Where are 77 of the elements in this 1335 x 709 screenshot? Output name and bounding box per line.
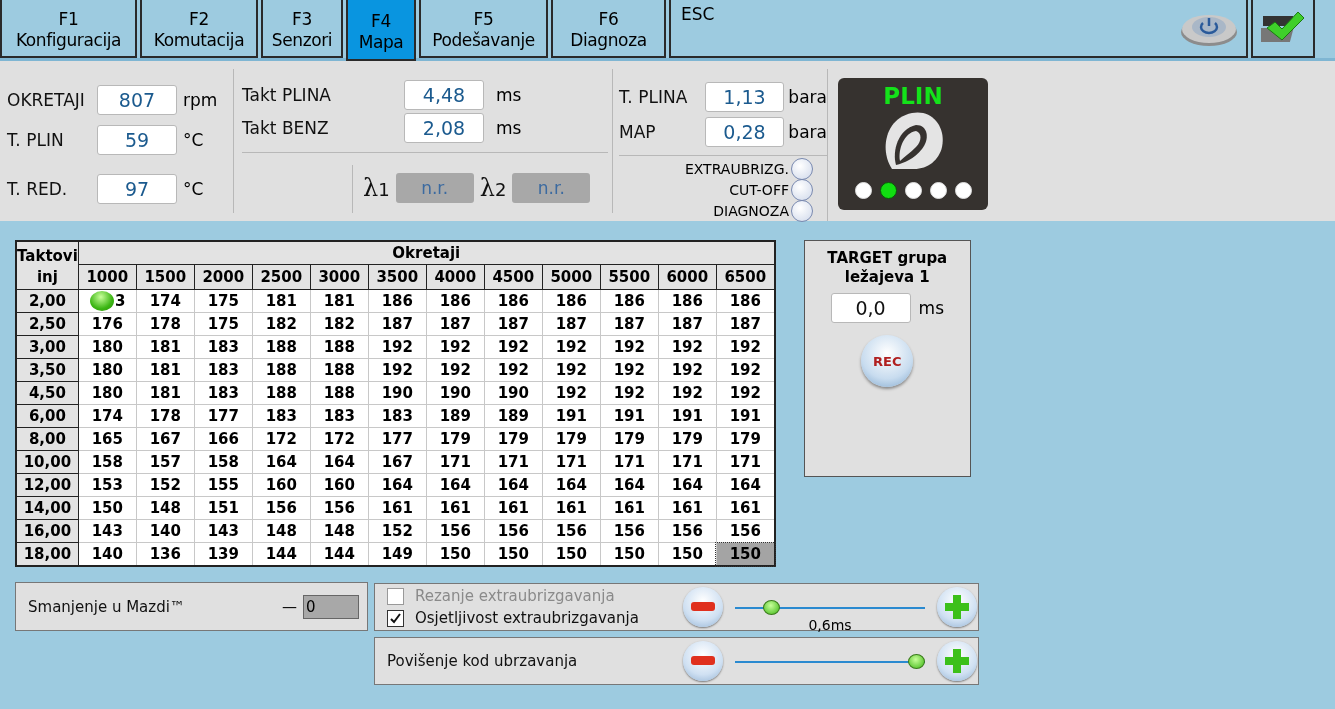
- unit-label: bara: [788, 86, 827, 107]
- lambda-value: n.r.: [512, 173, 591, 203]
- function-tab[interactable]: F1 Konfiguracija: [0, 0, 137, 58]
- check-icon: [390, 612, 401, 624]
- sensor-value: 807: [97, 85, 177, 115]
- row-header: 3,50: [16, 358, 79, 382]
- function-tab[interactable]: F3 Senzori: [261, 0, 343, 58]
- column-header: Taktovi: [16, 241, 79, 265]
- slider-thumb[interactable]: [762, 599, 780, 615]
- target-title: TARGET grupa ležajeva 1: [826, 249, 949, 287]
- row-header: 10,00: [16, 450, 79, 474]
- column-header: inj: [16, 264, 79, 290]
- row-header: 14,00: [16, 496, 79, 520]
- mazda-label: Smanjenje u Mazdi™: [28, 597, 186, 616]
- minus-icon: [691, 602, 715, 612]
- lambda-label: λ2: [479, 174, 507, 202]
- unit-label: rpm: [183, 90, 218, 110]
- indicator-label: CUT-OFF: [729, 181, 789, 198]
- pulse-value: 4,48: [404, 79, 484, 110]
- checkbox-label: Rezanje extraubrizgavanja: [415, 587, 615, 605]
- row-header: 2,50: [16, 312, 79, 336]
- minus-icon: [691, 656, 715, 666]
- increase-button[interactable]: [937, 641, 977, 681]
- pressure-value: 0,28: [704, 116, 785, 147]
- lambda-label: λ1: [363, 174, 390, 202]
- record-button[interactable]: REC: [861, 335, 914, 387]
- column-group-header: Okretaji: [78, 241, 775, 265]
- sign-label: —: [282, 597, 297, 616]
- slider-reading: 0,6ms: [808, 616, 852, 633]
- pulse-label: Takt BENZ: [242, 117, 330, 138]
- pressure-value: 1,13: [704, 81, 785, 112]
- acceleration-label: Povišenje kod ubrzavanja: [387, 652, 579, 670]
- unit-label: ms: [496, 84, 522, 105]
- pressure-label: T. PLINA: [619, 86, 689, 107]
- unit-label: bara: [788, 121, 827, 142]
- pulse-label: Takt PLINA: [242, 84, 332, 105]
- row-header: 3,00: [16, 335, 79, 359]
- unit-label: °C: [183, 129, 204, 150]
- function-tab[interactable]: F5 Podešavanje: [419, 0, 548, 58]
- row-header: 6,00: [16, 404, 79, 428]
- row-header: 18,00: [16, 542, 79, 566]
- sensor-label: OKRETAJI: [7, 90, 86, 110]
- checkbox-label: Osjetljivost extraubrizgavanja: [415, 609, 639, 627]
- sensor-value: 59: [97, 124, 177, 155]
- sensor-label: T. RED.: [7, 179, 69, 200]
- target-value[interactable]: 0,0: [830, 293, 911, 323]
- row-header: 8,00: [16, 427, 79, 451]
- row-header: 12,00: [16, 473, 79, 497]
- unit-label: ms: [918, 298, 944, 318]
- escape-button[interactable]: ESC: [669, 0, 1248, 58]
- slider-thumb[interactable]: [908, 653, 925, 669]
- confirm-button[interactable]: [1251, 0, 1315, 58]
- indicator-label: EXTRAUBRIZG.: [684, 160, 789, 177]
- checkbox[interactable]: [387, 609, 404, 627]
- slider[interactable]: [735, 599, 925, 615]
- sensor-label: T. PLIN: [7, 129, 65, 150]
- function-tab[interactable]: F6 Diagnoza: [551, 0, 666, 58]
- plus-icon: [945, 649, 969, 673]
- function-tab[interactable]: F4 Mapa: [346, 0, 416, 61]
- pulse-value: 2,08: [404, 112, 484, 143]
- decrease-button[interactable]: [683, 587, 723, 627]
- increase-button[interactable]: [937, 587, 977, 627]
- slider[interactable]: [735, 653, 925, 669]
- pressure-label: MAP: [619, 121, 657, 142]
- plus-icon: [945, 595, 969, 619]
- fuel-status-label: PLIN: [883, 83, 943, 109]
- decrease-button[interactable]: [683, 641, 723, 681]
- unit-label: °C: [183, 179, 204, 200]
- function-tab[interactable]: F2 Komutacija: [140, 0, 258, 58]
- mazda-value[interactable]: 0: [303, 594, 359, 619]
- row-header: 2,00: [16, 289, 79, 313]
- row-header: 16,00: [16, 519, 79, 543]
- unit-label: ms: [496, 117, 522, 138]
- sensor-value: 97: [97, 174, 177, 205]
- lambda-value: n.r.: [395, 173, 474, 203]
- indicator-label: DIAGNOZA: [713, 202, 789, 219]
- row-header: 4,50: [16, 381, 79, 405]
